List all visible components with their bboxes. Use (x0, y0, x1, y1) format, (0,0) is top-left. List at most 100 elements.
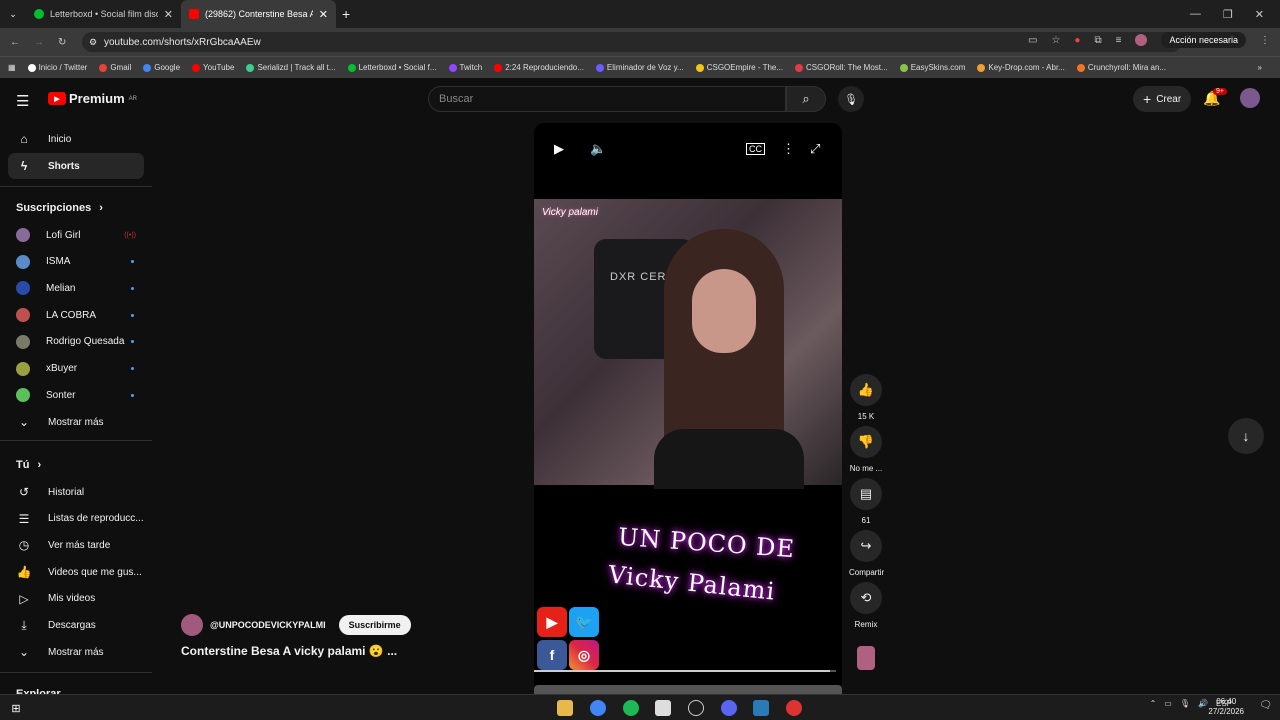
bookmark-item[interactable]: Letterboxd • Social f... (347, 63, 437, 72)
shorts-player[interactable]: ▶ 🔈 CC ⋮ ⤢ DXR CER Vicky palami UN POCO … (534, 123, 842, 694)
channel-avatar-small[interactable] (857, 646, 875, 670)
close-icon[interactable]: ✕ (319, 8, 328, 21)
bookmark-item[interactable]: 2:24 Reproduciendo... (494, 63, 584, 72)
channel-avatar[interactable] (181, 614, 203, 636)
clock[interactable]: 06:40 27/2/2026 (1208, 697, 1244, 717)
remix-icon[interactable]: ⟲ (850, 582, 882, 614)
obs-icon[interactable] (688, 700, 704, 716)
bookmark-item[interactable]: Twitch (448, 63, 482, 72)
sidebar-item[interactable]: ⌄ Mostrar más (8, 409, 144, 435)
new-tab-button[interactable]: + (342, 6, 350, 22)
more-options-icon[interactable]: ⋮ (782, 141, 795, 157)
sidebar-item[interactable]: 👍 Videos que me gus... (8, 559, 144, 585)
tray-chevron-icon[interactable]: ⌃ (1150, 699, 1157, 708)
volume-icon[interactable]: 🔈 (590, 141, 606, 157)
site-info-icon[interactable]: ⚙ (89, 37, 97, 48)
subscription-item[interactable]: Lofi Girl ((•)) (8, 222, 144, 248)
back-icon[interactable]: ← (10, 37, 20, 48)
windows-start-icon[interactable]: ⊞ (8, 700, 24, 716)
next-short-preview[interactable] (534, 685, 842, 694)
bookmark-item[interactable]: EasySkins.com (899, 63, 965, 72)
bookmark-item[interactable]: Gmail (99, 63, 131, 72)
subscription-item[interactable]: LA COBRA (8, 302, 144, 328)
url-field[interactable]: ⚙ youtube.com/shorts/xRrGbcaAAEw (82, 32, 1182, 52)
menu-icon[interactable]: ☰ (16, 92, 29, 110)
sidebar-item[interactable]: ⌄ Mostrar más (8, 639, 144, 665)
media-icon[interactable]: ≡ (1116, 35, 1122, 46)
bookmark-item[interactable]: Crunchyroll: Mira an... (1076, 63, 1166, 72)
sidebar-item[interactable]: ϟ Shorts (8, 153, 144, 179)
subscription-item[interactable]: Melian (8, 275, 144, 301)
captions-icon[interactable]: CC (746, 143, 765, 155)
subscriptions-heading[interactable]: Suscripciones › (16, 202, 103, 214)
next-short-button[interactable]: ↓ (1228, 418, 1264, 454)
you-heading[interactable]: Tú › (16, 459, 41, 471)
share-icon[interactable]: ↪ (850, 530, 882, 562)
like-icon[interactable]: 👍 (850, 374, 882, 406)
play-icon[interactable]: ▶ (554, 141, 564, 157)
extensions-puzzle-icon[interactable]: ⧉ (1094, 35, 1101, 46)
steam-icon[interactable] (753, 700, 769, 716)
youtube-premium-logo[interactable]: ▶ Premium AR (48, 91, 137, 106)
notepad-icon[interactable] (655, 700, 671, 716)
reload-icon[interactable]: ↻ (58, 37, 66, 48)
close-icon[interactable]: ✕ (164, 8, 173, 21)
search-input[interactable]: Buscar (428, 86, 786, 112)
progress-bar[interactable] (534, 670, 836, 672)
avatar[interactable] (1240, 88, 1260, 108)
action-remix[interactable]: ⟲ Remix (849, 582, 883, 629)
bookmark-item[interactable]: Eliminador de Voz y... (595, 63, 684, 72)
subscription-item[interactable]: ISMA (8, 249, 144, 275)
minimize-icon[interactable]: — (1190, 8, 1201, 21)
tab-list-icon[interactable]: ⌄ (0, 9, 26, 20)
sidebar-item[interactable]: ☰ Listas de reproducc... (8, 506, 144, 532)
short-title[interactable]: Conterstine Besa A vicky palami 😮 ... (181, 644, 397, 658)
bookmark-item[interactable]: CSGOEmpire - The... (695, 63, 783, 72)
spotify-icon[interactable] (623, 700, 639, 716)
fullscreen-icon[interactable]: ⤢ (810, 141, 820, 157)
action-comments[interactable]: ▤ 61 (849, 478, 883, 525)
maximize-icon[interactable]: ❐ (1223, 8, 1233, 21)
subscription-item[interactable]: Rodrigo Quesada (8, 329, 144, 355)
bookmark-item[interactable]: Inicio / Twitter (27, 63, 87, 72)
bookmarks-overflow-icon[interactable]: » (1258, 63, 1280, 72)
subscription-item[interactable]: Sonter (8, 382, 144, 408)
sidebar-item[interactable]: ⤓ Descargas (8, 613, 144, 639)
sidebar-item[interactable]: ▷ Mis videos (8, 586, 144, 612)
bookmark-star-icon[interactable]: ☆ (1051, 35, 1060, 46)
close-window-icon[interactable]: ✕ (1255, 8, 1264, 21)
action-needed-button[interactable]: Acción necesaria (1161, 32, 1246, 48)
apps-grid-icon[interactable]: ▦ (8, 63, 16, 72)
notification-center-icon[interactable]: 🗨 (1259, 700, 1272, 711)
profile-icon[interactable] (1135, 34, 1148, 46)
voice-search-button[interactable]: 🎙 (838, 86, 864, 112)
channel-name[interactable]: @UNPOCODEVICKYPALMI (210, 620, 326, 630)
microphone-tray-icon[interactable]: 🎙 (1180, 699, 1190, 708)
action-like[interactable]: 👍 15 K (849, 374, 883, 421)
bookmark-item[interactable]: YouTube (192, 63, 234, 72)
menu-kebab-icon[interactable]: ⋮ (1260, 35, 1270, 46)
app-icon[interactable] (786, 700, 802, 716)
bookmark-item[interactable]: Google (143, 63, 180, 72)
search-button[interactable]: ⌕ (786, 86, 826, 112)
sidebar-item[interactable]: ↺ Historial (8, 479, 144, 505)
cast-icon[interactable]: ▭ (1028, 35, 1037, 46)
file-explorer-icon[interactable] (557, 700, 573, 716)
subscribe-button[interactable]: Suscribirme (338, 615, 411, 635)
extension-icon[interactable]: ● (1074, 35, 1080, 46)
action-dislike[interactable]: 👎 No me ... (849, 426, 883, 473)
bookmark-item[interactable]: CSGORoll: The Most... (795, 63, 888, 72)
tab-youtube[interactable]: (29862) Conterstine Besa A vick ✕ (181, 0, 336, 28)
bookmark-item[interactable]: Key-Drop.com - Abr... (977, 63, 1065, 72)
discord-icon[interactable] (721, 700, 737, 716)
chrome-icon[interactable] (590, 700, 606, 716)
create-button[interactable]: + Crear (1133, 86, 1192, 112)
bookmark-item[interactable]: Serializd | Track all t... (246, 63, 336, 72)
subscription-item[interactable]: xBuyer (8, 356, 144, 382)
tab-letterboxd[interactable]: Letterboxd • Social film discove ✕ (26, 0, 181, 28)
sidebar-item[interactable]: ◷ Ver más tarde (8, 532, 144, 558)
volume-tray-icon[interactable]: 🔊 (1198, 699, 1208, 708)
comments-icon[interactable]: ▤ (850, 478, 882, 510)
forward-icon[interactable]: → (34, 37, 44, 48)
sidebar-item[interactable]: ⌂ Inicio (8, 126, 144, 152)
